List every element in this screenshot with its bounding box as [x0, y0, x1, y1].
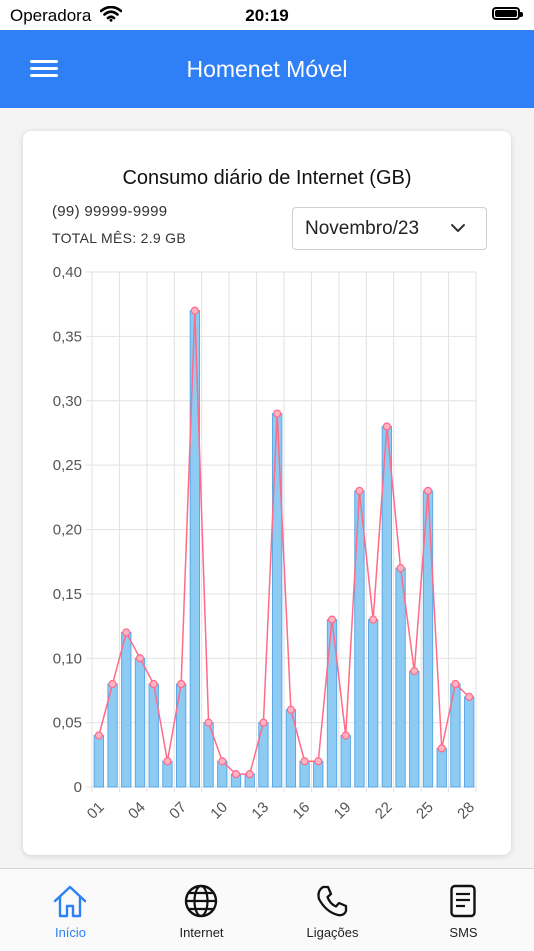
nav-item-inicio[interactable]: Início: [4, 869, 137, 951]
month-select-value: Novembro/23: [305, 218, 420, 239]
app-title: Homenet Móvel: [186, 56, 348, 82]
home-icon: [53, 885, 87, 918]
nav-label-ligacoes: Ligações: [306, 925, 359, 940]
nav-label-sms: SMS: [449, 925, 478, 940]
month-select[interactable]: Novembro/23: [292, 207, 487, 250]
nav-item-sms[interactable]: SMS: [397, 869, 530, 951]
nav-item-internet[interactable]: Internet: [135, 869, 268, 951]
document-icon: [450, 884, 476, 918]
nav-label-inicio: Início: [54, 925, 87, 940]
nav-label-internet: Internet: [179, 925, 224, 940]
nav-item-ligacoes[interactable]: Ligações: [266, 869, 399, 951]
consumption-card: Consumo diário de Internet (GB) (99) 999…: [23, 131, 511, 855]
chevron-down-icon: [451, 224, 465, 232]
phone-number: (99) 99999-9999: [52, 203, 168, 220]
globe-icon: [184, 884, 218, 918]
app-header: Homenet Móvel: [0, 30, 534, 108]
status-bar: Operadora 20:19: [0, 0, 534, 30]
bottom-nav: Início Internet Ligações SMS: [0, 868, 534, 951]
status-time: 20:19: [245, 6, 289, 25]
phone-icon: [317, 885, 348, 917]
chart-title: Consumo diário de Internet (GB): [122, 167, 412, 189]
battery-icon: [492, 7, 523, 20]
monthly-total: TOTAL MÊS: 2.9 GB: [52, 230, 186, 246]
